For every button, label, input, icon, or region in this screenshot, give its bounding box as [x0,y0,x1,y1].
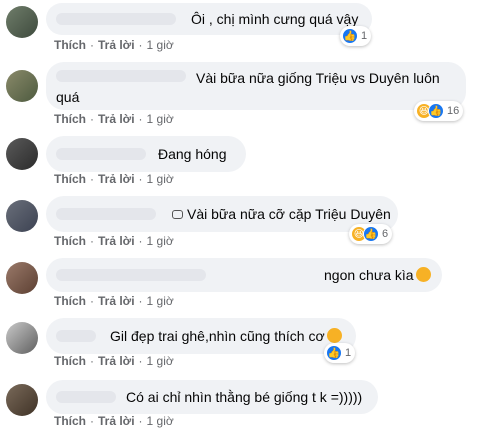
comment-text: Ôi , chị mình cưng quá vậy [191,11,359,27]
smiley-emoji-icon [326,328,342,343]
redacted-name [56,391,116,403]
like-icon: 👍 [342,28,358,44]
avatar[interactable] [6,200,38,232]
like-link[interactable]: Thích [54,354,86,368]
comment-bubble: ngon chưa kìa [46,258,442,292]
comment-text: Vài bữa nữa cỡ cặp Triệu Duyên [172,205,391,224]
avatar[interactable] [6,262,38,294]
comment-actions: Thích · Trả lời · 1 giờ [54,38,174,52]
comment-text: Vài bữa nữa giống Triệu vs Duyên luôn [196,70,440,86]
timestamp[interactable]: 1 giờ [147,354,174,368]
reply-link[interactable]: Trả lời [98,234,135,248]
comment-bubble: Ôi , chị mình cưng quá vậy [46,3,372,35]
like-icon: 👍 [428,103,444,119]
avatar[interactable] [6,6,38,38]
comment-bubble: Có ai chỉ nhìn thằng bé giống t k =))))) [46,380,378,414]
reply-link[interactable]: Trả lời [98,414,135,428]
reply-link[interactable]: Trả lời [98,112,135,126]
comment-text: Có ai chỉ nhìn thằng bé giống t k =))))) [126,389,363,405]
avatar[interactable] [6,322,38,354]
chat-icon [172,210,183,219]
like-link[interactable]: Thích [54,234,86,248]
redacted-name [56,13,176,25]
comment-actions: Thích · Trả lời · 1 giờ [54,112,174,126]
timestamp[interactable]: 1 giờ [147,294,174,308]
timestamp[interactable]: 1 giờ [147,112,174,126]
reaction-summary[interactable]: 😆 👍 6 [349,224,393,244]
comment-actions: Thích · Trả lời · 1 giờ [54,354,174,368]
reply-link[interactable]: Trả lời [98,354,135,368]
timestamp[interactable]: 1 giờ [147,234,174,248]
like-link[interactable]: Thích [54,294,86,308]
smiley-emoji-icon [415,267,431,282]
reply-link[interactable]: Trả lời [98,38,135,52]
comment-actions: Thích · Trả lời · 1 giờ [54,172,174,186]
redacted-name [56,269,206,281]
redacted-name [56,148,146,160]
reaction-summary[interactable]: 👍 1 [340,26,372,46]
like-icon: 👍 [326,345,342,361]
comment-actions: Thích · Trả lời · 1 giờ [54,294,174,308]
timestamp[interactable]: 1 giờ [147,172,174,186]
comment-bubble: Vài bữa nữa cỡ cặp Triệu Duyên [46,196,398,232]
timestamp[interactable]: 1 giờ [147,414,174,428]
reaction-summary[interactable]: 👍 1 [324,343,356,363]
avatar[interactable] [6,70,38,102]
comment-text: ngon chưa kìa [324,266,431,285]
comment-actions: Thích · Trả lời · 1 giờ [54,234,174,248]
comment-actions: Thích · Trả lời · 1 giờ [54,414,174,428]
comment-bubble: Vài bữa nữa giống Triệu vs Duyên luôn qu… [46,62,466,110]
comment-text: Gil đẹp trai ghê,nhìn cũng thích cơ [110,327,342,346]
redacted-name [56,208,156,220]
like-link[interactable]: Thích [54,414,86,428]
avatar[interactable] [6,384,38,416]
avatar[interactable] [6,138,38,170]
reply-link[interactable]: Trả lời [98,172,135,186]
like-link[interactable]: Thích [54,112,86,126]
comment-text: Đang hóng [158,146,227,162]
reply-link[interactable]: Trả lời [98,294,135,308]
reaction-summary[interactable]: 😆 👍 16 [414,101,464,121]
timestamp[interactable]: 1 giờ [147,38,174,52]
comment-bubble: Đang hóng [46,136,246,172]
redacted-name [56,70,186,82]
like-link[interactable]: Thích [54,38,86,52]
redacted-name [56,330,96,342]
comment-text-line2: quá [56,89,80,105]
like-link[interactable]: Thích [54,172,86,186]
comment-bubble: Gil đẹp trai ghê,nhìn cũng thích cơ [46,318,356,354]
like-icon: 👍 [363,226,379,242]
